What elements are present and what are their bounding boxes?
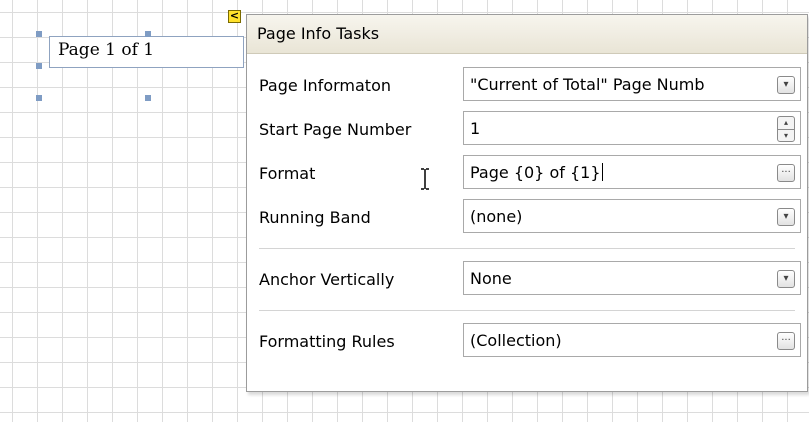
text-caret bbox=[601, 163, 603, 181]
anchor-vertically-label: Anchor Vertically bbox=[259, 270, 395, 289]
formatting-rules-value: (Collection) bbox=[470, 331, 562, 350]
spin-up-icon[interactable]: ▴ bbox=[778, 117, 794, 130]
panel-title: Page Info Tasks bbox=[247, 15, 807, 54]
running-band-label: Running Band bbox=[259, 208, 371, 227]
running-band-value: (none) bbox=[470, 207, 523, 226]
start-page-number-label: Start Page Number bbox=[259, 120, 412, 139]
control-text: Page 1 of 1 bbox=[58, 40, 155, 60]
spin-down-icon[interactable]: ▾ bbox=[778, 130, 794, 142]
smart-tag-button[interactable]: < bbox=[228, 10, 241, 23]
row-formatting-rules: Formatting Rules (Collection) ··· bbox=[247, 323, 807, 361]
start-page-number-value: 1 bbox=[470, 119, 481, 138]
format-value: Page {0} of {1} bbox=[470, 163, 601, 182]
divider bbox=[259, 248, 795, 249]
page-information-dropdown[interactable]: "Current of Total" Page Numb ▾ bbox=[463, 67, 801, 101]
resize-handle-bottom-middle[interactable] bbox=[145, 95, 151, 101]
resize-handle-top-middle[interactable] bbox=[145, 31, 151, 37]
row-format: Format Page {0} of {1} ··· bbox=[247, 155, 807, 193]
ellipsis-icon[interactable]: ··· bbox=[777, 164, 795, 182]
row-anchor-vertically: Anchor Vertically None ▾ bbox=[247, 261, 807, 299]
anchor-vertically-value: None bbox=[470, 269, 512, 288]
page-information-value: "Current of Total" Page Numb bbox=[470, 75, 705, 94]
formatting-rules-field[interactable]: (Collection) ··· bbox=[463, 323, 801, 357]
resize-handle-middle-left[interactable] bbox=[36, 63, 42, 69]
page-info-control[interactable]: Page 1 of 1 bbox=[49, 36, 244, 68]
ibeam-cursor-icon bbox=[421, 168, 429, 190]
chevron-down-icon[interactable]: ▾ bbox=[777, 208, 795, 226]
chevron-down-icon[interactable]: ▾ bbox=[777, 76, 795, 94]
chevron-down-icon[interactable]: ▾ bbox=[777, 270, 795, 288]
running-band-dropdown[interactable]: (none) ▾ bbox=[463, 199, 801, 233]
resize-handle-bottom-left[interactable] bbox=[36, 95, 42, 101]
row-running-band: Running Band (none) ▾ bbox=[247, 199, 807, 237]
row-start-page-number: Start Page Number 1 ▴ ▾ bbox=[247, 111, 807, 149]
row-page-information: Page Informaton "Current of Total" Page … bbox=[247, 67, 807, 105]
divider bbox=[259, 310, 795, 311]
page-info-tasks-panel: Page Info Tasks Page Informaton "Current… bbox=[246, 14, 808, 392]
format-field[interactable]: Page {0} of {1} ··· bbox=[463, 155, 801, 189]
formatting-rules-label: Formatting Rules bbox=[259, 332, 395, 351]
start-page-number-stepper[interactable]: 1 ▴ ▾ bbox=[463, 111, 801, 145]
ellipsis-icon[interactable]: ··· bbox=[777, 332, 795, 350]
anchor-vertically-dropdown[interactable]: None ▾ bbox=[463, 261, 801, 295]
resize-handle-top-left[interactable] bbox=[36, 31, 42, 37]
format-label: Format bbox=[259, 164, 316, 183]
page-information-label: Page Informaton bbox=[259, 76, 391, 95]
spin-icon[interactable]: ▴ ▾ bbox=[777, 116, 795, 142]
